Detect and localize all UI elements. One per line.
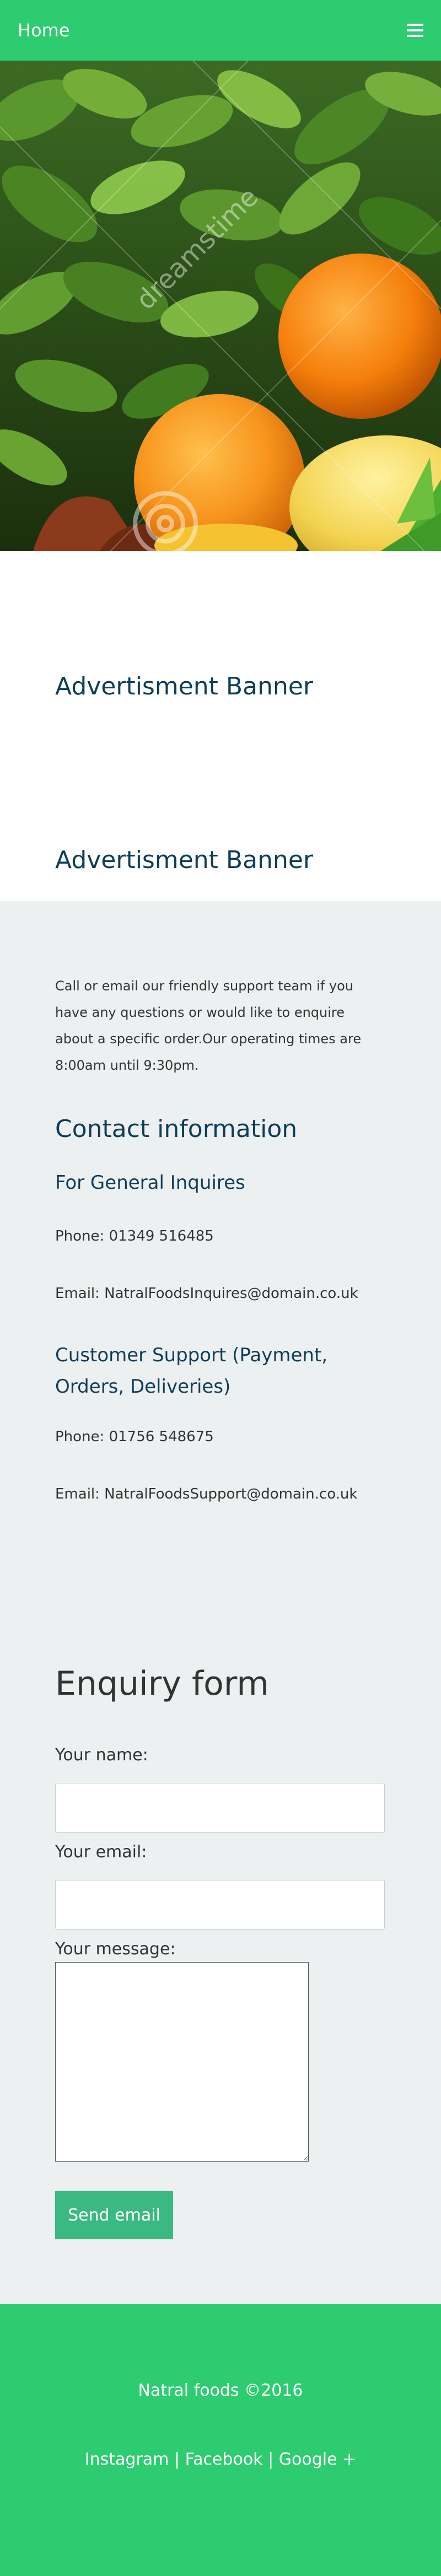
menu-bar bbox=[407, 35, 423, 37]
name-label: Your name: bbox=[55, 1745, 148, 1765]
contact-info-heading: Contact information bbox=[55, 1115, 298, 1143]
customer-support-heading: Customer Support (Payment, Orders, Deliv… bbox=[55, 1344, 328, 1398]
general-email: Email: NatralFoodsInquires@domain.co.uk bbox=[55, 1285, 358, 1302]
email-input[interactable] bbox=[55, 1880, 385, 1930]
contact-intro-text: Call or email our friendly support team … bbox=[55, 978, 362, 1073]
orange-right bbox=[278, 254, 441, 419]
google-plus-link[interactable]: Google + bbox=[279, 2450, 356, 2469]
top-navbar: Home bbox=[0, 0, 441, 61]
send-email-button[interactable]: Send email bbox=[55, 2191, 173, 2239]
page-footer: Natral foods ©2016 Instagram | Facebook … bbox=[0, 2304, 441, 2576]
advertisement-banner-1[interactable]: Advertisment Banner bbox=[55, 672, 313, 700]
fresh-produce-photo: dreamstime bbox=[0, 61, 441, 551]
hero-image: dreamstime bbox=[0, 61, 441, 551]
menu-bar bbox=[407, 29, 423, 31]
message-label: Your message: bbox=[55, 1939, 176, 1959]
support-phone: Phone: 01756 548675 bbox=[55, 1429, 214, 1445]
general-inquiries-heading: For General Inquires bbox=[55, 1172, 245, 1194]
nav-home-link[interactable]: Home bbox=[18, 20, 70, 41]
contact-section: Call or email our friendly support team … bbox=[0, 901, 441, 2304]
hamburger-menu-icon[interactable] bbox=[407, 24, 423, 37]
advertisement-section: Advertisment Banner Advertisment Banner bbox=[0, 551, 441, 901]
footer-copyright: Natral foods ©2016 bbox=[138, 2381, 303, 2400]
footer-social-links: Instagram | Facebook | Google + bbox=[0, 2450, 441, 2469]
message-textarea[interactable] bbox=[55, 1962, 309, 2162]
support-email: Email: NatralFoodsSupport@domain.co.uk bbox=[55, 1486, 358, 1502]
email-label: Your email: bbox=[55, 1842, 147, 1862]
facebook-link[interactable]: Facebook bbox=[185, 2450, 263, 2469]
menu-bar bbox=[407, 24, 423, 26]
instagram-link[interactable]: Instagram bbox=[85, 2450, 169, 2469]
link-separator: | bbox=[174, 2450, 180, 2469]
link-separator: | bbox=[268, 2450, 274, 2469]
enquiry-form-heading: Enquiry form bbox=[55, 1664, 269, 1703]
general-phone: Phone: 01349 516485 bbox=[55, 1228, 214, 1244]
advertisement-banner-2[interactable]: Advertisment Banner bbox=[55, 846, 313, 874]
name-input[interactable] bbox=[55, 1783, 385, 1833]
